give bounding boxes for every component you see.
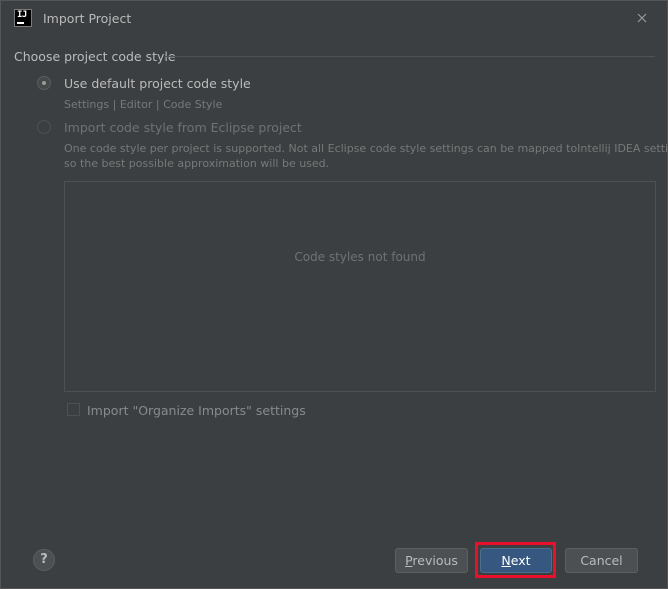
- close-icon[interactable]: [634, 10, 650, 26]
- eclipse-hint-line-2: so the best possible approximation will …: [64, 157, 330, 170]
- intellij-logo-icon: IJ: [14, 9, 32, 27]
- cancel-button[interactable]: Cancel: [565, 548, 638, 573]
- app-icon-text: IJ: [17, 10, 27, 20]
- help-button[interactable]: ?: [33, 549, 55, 571]
- eclipse-code-style-label[interactable]: Import code style from Eclipse project: [64, 120, 302, 135]
- radio-default-code-style[interactable]: [37, 76, 51, 90]
- previous-button[interactable]: Previous: [395, 548, 468, 573]
- default-code-style-hint: Settings | Editor | Code Style: [64, 98, 223, 111]
- default-code-style-label[interactable]: Use default project code style: [64, 76, 251, 91]
- section-divider: [164, 56, 655, 57]
- organize-imports-checkbox[interactable]: [67, 403, 80, 416]
- section-title: Choose project code style: [14, 49, 176, 64]
- empty-list-text: Code styles not found: [294, 250, 426, 264]
- radio-eclipse-code-style[interactable]: [37, 120, 51, 134]
- window-title: Import Project: [43, 11, 132, 26]
- next-label: ext: [510, 553, 531, 568]
- organize-imports-label[interactable]: Import "Organize Imports" settings: [87, 403, 306, 418]
- previous-label: revious: [412, 553, 458, 568]
- title-bar: IJ Import Project: [1, 1, 667, 37]
- next-mnemonic: N: [501, 553, 511, 568]
- import-project-dialog: IJ Import Project Choose project code st…: [0, 0, 668, 589]
- code-styles-list[interactable]: Code styles not found: [64, 181, 656, 392]
- next-button[interactable]: Next: [480, 548, 552, 573]
- eclipse-hint-line-1: One code style per project is supported.…: [64, 142, 668, 155]
